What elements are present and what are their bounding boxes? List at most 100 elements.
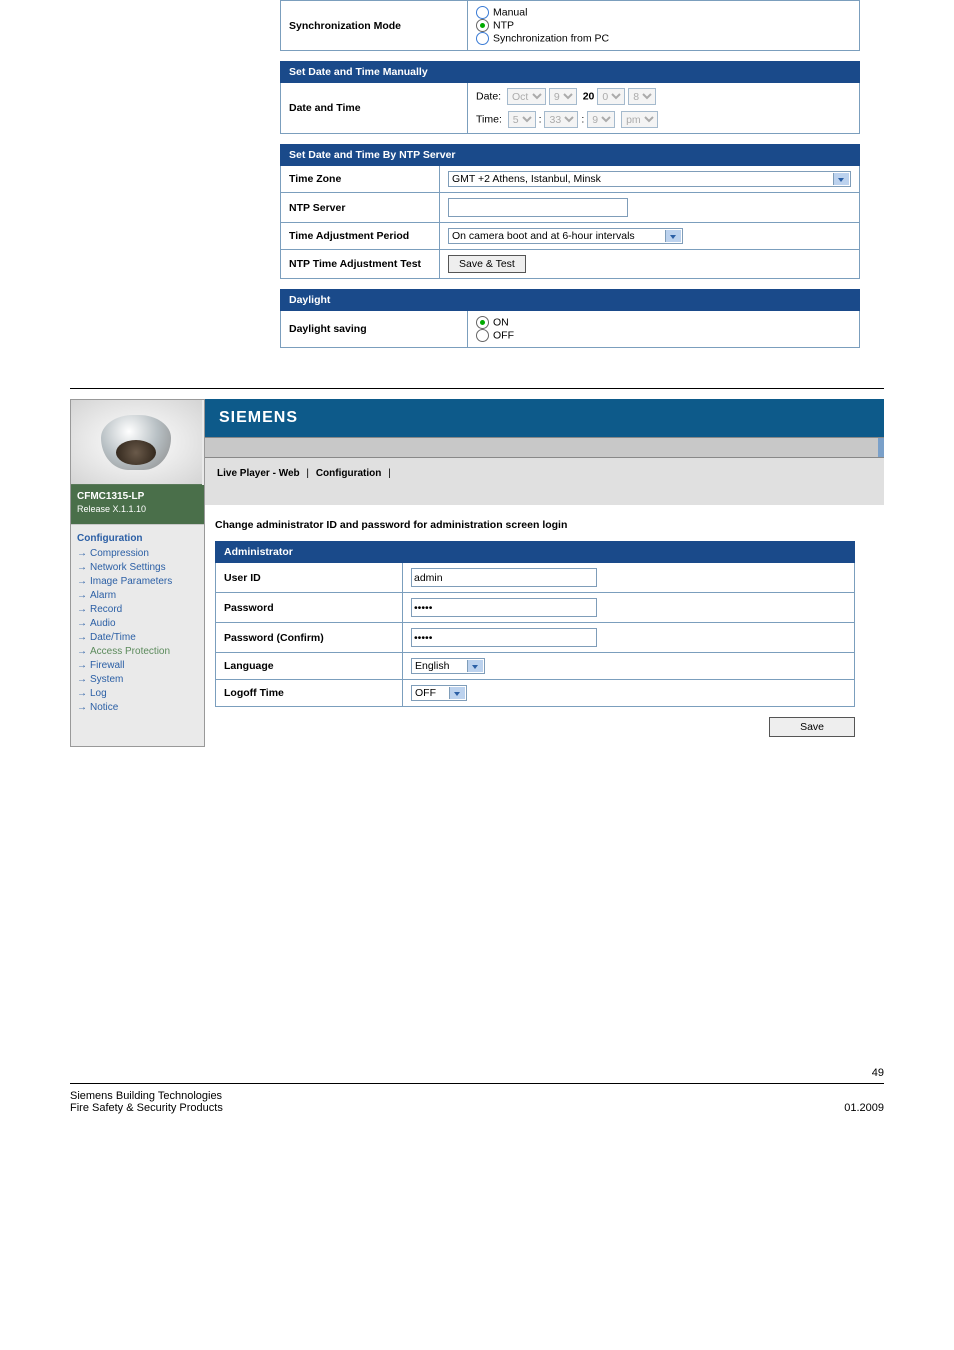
ntp-table: Set Date and Time By NTP Server Time Zon… bbox=[280, 144, 860, 279]
pw-label: Password bbox=[216, 593, 403, 623]
sidebar-item-label: System bbox=[90, 674, 123, 685]
time-min-select: 33 bbox=[544, 111, 578, 128]
datetime-controls: Date: Oct 9 20 0 8 Time: 5 : 33 : 9 bbox=[468, 83, 860, 134]
model-info: CFMC1315-LP Release X.1.1.10 bbox=[71, 485, 204, 524]
menu-heading: Configuration bbox=[77, 533, 198, 544]
sidebar-item-alarm[interactable]: →Alarm bbox=[77, 590, 198, 601]
footer-line2: Fire Safety & Security Products bbox=[70, 1102, 223, 1114]
user-id-input[interactable] bbox=[411, 568, 597, 587]
nav-live-link[interactable]: Live Player - Web bbox=[217, 468, 300, 479]
radio-manual-label: Manual bbox=[493, 6, 527, 18]
time-sep1: : bbox=[539, 114, 542, 126]
time-ampm-select: pm bbox=[621, 111, 658, 128]
chevron-down-icon bbox=[467, 660, 483, 672]
user-id-label: User ID bbox=[216, 563, 403, 593]
sidebar-item-label: Compression bbox=[90, 548, 149, 559]
save-button[interactable]: Save bbox=[769, 717, 855, 737]
sidebar-item-compression[interactable]: →Compression bbox=[77, 548, 198, 559]
arrow-right-icon: → bbox=[77, 576, 87, 587]
screenshot-figure: CFMC1315-LP Release X.1.1.10 Configurati… bbox=[70, 399, 884, 747]
radio-daylight-off[interactable] bbox=[476, 329, 489, 342]
language-value: English bbox=[415, 660, 449, 672]
daylight-header: Daylight bbox=[281, 290, 860, 311]
ntp-server-label: NTP Server bbox=[281, 193, 440, 223]
tz-value: GMT +2 Athens, Istanbul, Minsk bbox=[452, 173, 601, 185]
radio-ntp[interactable] bbox=[476, 19, 489, 32]
logoff-select[interactable]: OFF bbox=[411, 685, 467, 701]
password-input[interactable] bbox=[411, 598, 597, 617]
chevron-down-icon bbox=[449, 687, 465, 699]
year-prefix: 20 bbox=[583, 91, 595, 103]
model-name: CFMC1315-LP bbox=[77, 491, 198, 502]
language-select[interactable]: English bbox=[411, 658, 485, 674]
sidebar-item-access-protection[interactable]: →Access Protection bbox=[77, 646, 198, 657]
date-day-select: 9 bbox=[549, 88, 577, 105]
arrow-right-icon: → bbox=[77, 618, 87, 629]
sidebar-item-record[interactable]: →Record bbox=[77, 604, 198, 615]
sidebar-item-label: Audio bbox=[90, 618, 116, 629]
daylight-label: Daylight saving bbox=[281, 311, 468, 348]
sidebar-item-firewall[interactable]: →Firewall bbox=[77, 660, 198, 671]
arrow-right-icon: → bbox=[77, 688, 87, 699]
tz-select[interactable]: GMT +2 Athens, Istanbul, Minsk bbox=[448, 171, 851, 187]
date-y2-select: 0 bbox=[597, 88, 625, 105]
sidebar-item-label: Firewall bbox=[90, 660, 124, 671]
footer-line1: Siemens Building Technologies bbox=[70, 1090, 223, 1102]
radio-daylight-on[interactable] bbox=[476, 316, 489, 329]
arrow-right-icon: → bbox=[77, 548, 87, 559]
radio-manual[interactable] bbox=[476, 6, 489, 19]
release-version: Release X.1.1.10 bbox=[77, 504, 198, 514]
sidebar-item-date-time[interactable]: →Date/Time bbox=[77, 632, 198, 643]
sync-mode-table: Synchronization Mode Manual NTP Synchron… bbox=[280, 0, 860, 51]
date-y3-select: 8 bbox=[628, 88, 656, 105]
chevron-down-icon bbox=[833, 173, 849, 185]
sidebar-item-log[interactable]: →Log bbox=[77, 688, 198, 699]
sidebar-item-image-parameters[interactable]: →Image Parameters bbox=[77, 576, 198, 587]
sidebar-item-system[interactable]: →System bbox=[77, 674, 198, 685]
sidebar-item-audio[interactable]: →Audio bbox=[77, 618, 198, 629]
sidebar-item-label: Notice bbox=[90, 702, 118, 713]
tz-label: Time Zone bbox=[281, 166, 440, 193]
nav-sep: | bbox=[306, 468, 309, 479]
date-month-select: Oct bbox=[507, 88, 546, 105]
sidebar-item-label: Date/Time bbox=[90, 632, 136, 643]
radio-ntp-label: NTP bbox=[493, 19, 514, 31]
nav-bar bbox=[205, 437, 884, 458]
sidebar-item-label: Image Parameters bbox=[90, 576, 172, 587]
side-menu: Configuration →Compression→Network Setti… bbox=[71, 524, 204, 724]
sidebar-item-label: Network Settings bbox=[90, 562, 166, 573]
time-sep2: : bbox=[581, 114, 584, 126]
footer-row: Siemens Building Technologies Fire Safet… bbox=[0, 1090, 954, 1124]
arrow-right-icon: → bbox=[77, 562, 87, 573]
daylight-off-label: OFF bbox=[493, 329, 514, 341]
arrow-right-icon: → bbox=[77, 646, 87, 657]
lang-label: Language bbox=[216, 653, 403, 680]
ntp-test-label: NTP Time Adjustment Test bbox=[281, 250, 440, 279]
nav-config-link[interactable]: Configuration bbox=[316, 468, 382, 479]
sidebar-item-label: Log bbox=[90, 688, 107, 699]
logoff-value: OFF bbox=[415, 687, 436, 699]
admin-header: Administrator bbox=[216, 542, 855, 563]
sidebar-item-label: Alarm bbox=[90, 590, 116, 601]
radio-pc-label: Synchronization from PC bbox=[493, 32, 609, 44]
pwc-label: Password (Confirm) bbox=[216, 623, 403, 653]
datetime-label: Date and Time bbox=[281, 83, 468, 134]
date-prefix: Date: bbox=[476, 91, 501, 103]
time-sec-select: 9 bbox=[587, 111, 615, 128]
camera-dome-icon bbox=[101, 415, 171, 470]
ntp-header: Set Date and Time By NTP Server bbox=[281, 145, 860, 166]
radio-pc[interactable] bbox=[476, 32, 489, 45]
manual-table: Set Date and Time Manually Date and Time… bbox=[280, 61, 860, 134]
save-test-button[interactable]: Save & Test bbox=[448, 255, 526, 273]
sidebar-item-label: Access Protection bbox=[90, 646, 170, 657]
arrow-right-icon: → bbox=[77, 702, 87, 713]
password-confirm-input[interactable] bbox=[411, 628, 597, 647]
sub-bar: Live Player - Web | Configuration | bbox=[205, 458, 884, 505]
navbar-accent bbox=[878, 438, 884, 457]
ntp-server-input[interactable] bbox=[448, 198, 628, 217]
sidebar-item-notice[interactable]: →Notice bbox=[77, 702, 198, 713]
adj-period-select[interactable]: On camera boot and at 6-hour intervals bbox=[448, 228, 683, 244]
arrow-right-icon: → bbox=[77, 590, 87, 601]
sync-mode-label: Synchronization Mode bbox=[281, 1, 468, 51]
sidebar-item-network-settings[interactable]: →Network Settings bbox=[77, 562, 198, 573]
